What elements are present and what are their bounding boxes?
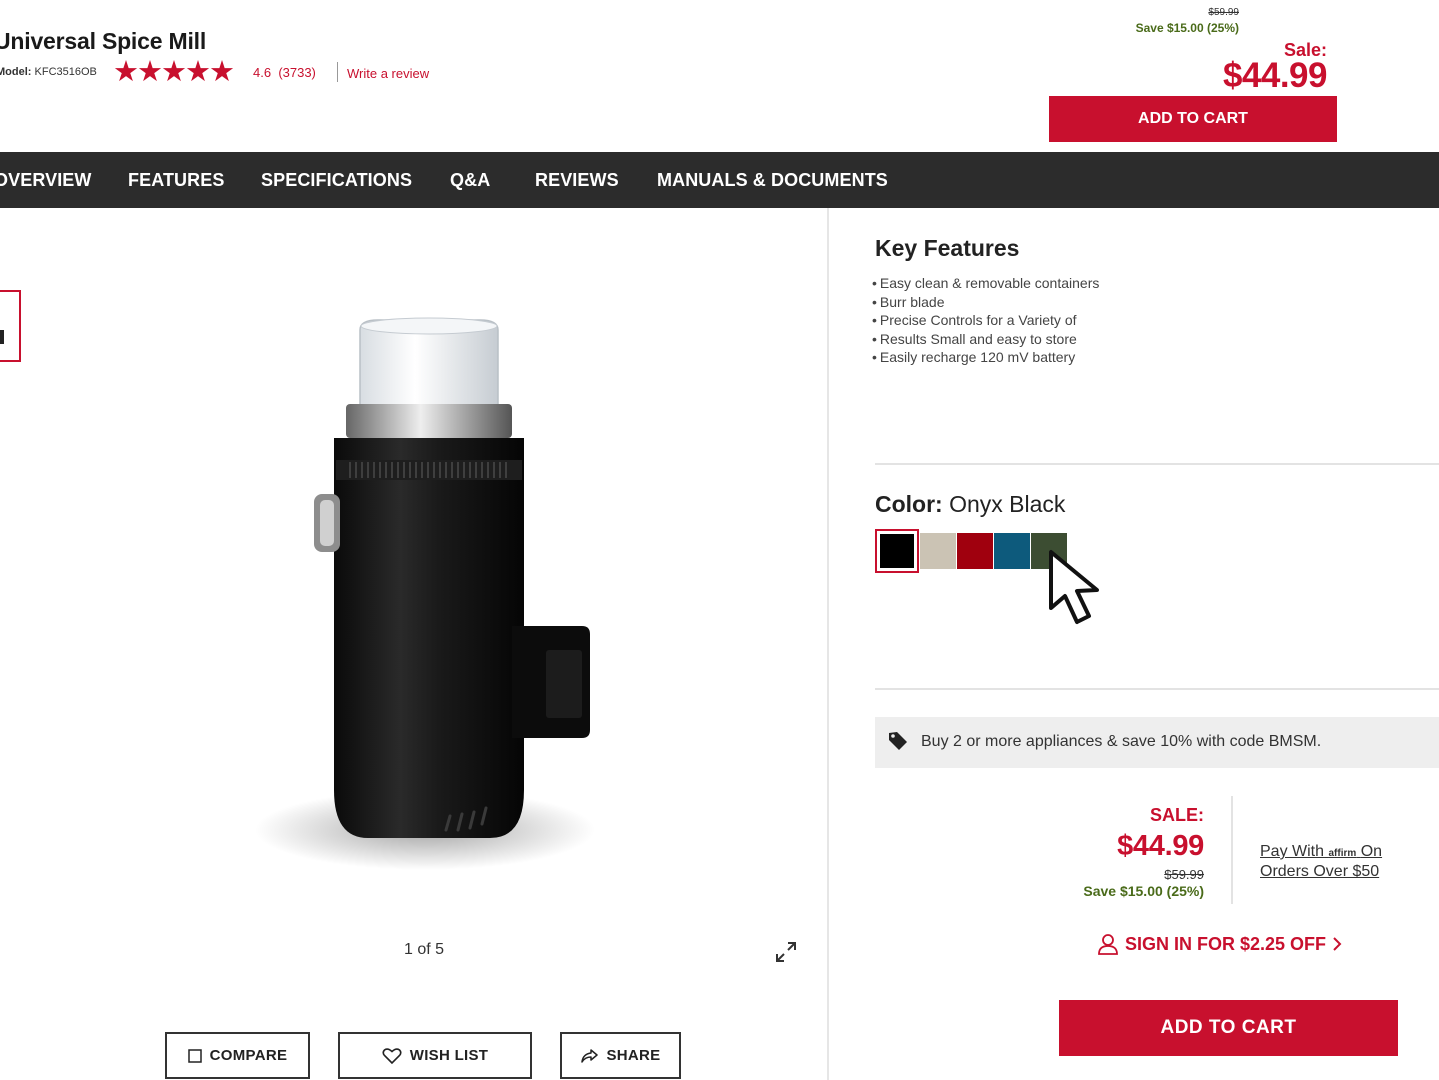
swatch-beige[interactable] xyxy=(920,533,956,569)
share-button[interactable]: SHARE xyxy=(560,1032,681,1079)
share-icon xyxy=(581,1048,599,1063)
swatch-onyx-black[interactable] xyxy=(875,529,919,573)
rating-stars[interactable]: ★★★★★ xyxy=(113,56,235,88)
color-label-title: Color: xyxy=(875,491,943,517)
checkbox-icon xyxy=(187,1048,202,1063)
share-label: SHARE xyxy=(606,1047,661,1064)
list-item: Precise Controls for a Variety of xyxy=(872,311,1099,330)
sale-label: SALE: xyxy=(1150,805,1204,825)
expand-icon[interactable] xyxy=(774,940,798,964)
swatch-red[interactable] xyxy=(957,533,993,569)
sign-in-text: SIGN IN FOR $2.25 OFF xyxy=(1125,933,1327,954)
color-label: Color: Onyx Black xyxy=(875,491,1065,518)
compare-label: COMPARE xyxy=(209,1047,288,1064)
chevron-right-icon xyxy=(1333,937,1342,951)
top-sale-price: $44.99 xyxy=(1222,56,1328,95)
tag-icon xyxy=(889,732,907,750)
affirm-logo: affirm xyxy=(1328,848,1357,859)
sale-price-block: SALE: $44.99 $59.99 Save $15.00 (25%) xyxy=(1000,805,1204,899)
promo-text: Buy 2 or more appliances & save 10% with… xyxy=(921,733,1322,750)
header-divider xyxy=(337,62,338,82)
write-review-link[interactable]: Write a review xyxy=(347,66,429,81)
tab-manuals-documents[interactable]: MANUALS & DOCUMENTS xyxy=(657,152,888,208)
top-add-to-cart-button[interactable]: ADD TO CART xyxy=(1049,96,1337,142)
selected-color: Onyx Black xyxy=(949,491,1066,517)
key-features-title: Key Features xyxy=(875,235,1020,261)
list-item: Results Small and easy to store xyxy=(872,330,1099,349)
promo-banner: Buy 2 or more appliances & save 10% with… xyxy=(875,717,1439,768)
affirm-link[interactable]: Pay With affirm On Orders Over $50 xyxy=(1260,843,1382,881)
sale-divider xyxy=(1231,796,1233,904)
column-divider xyxy=(827,208,829,1080)
original-price: $59.99 xyxy=(1164,867,1204,882)
mouse-cursor-icon xyxy=(1049,550,1099,624)
top-original-price: $59.99 xyxy=(1208,7,1239,18)
sale-price: $44.99 xyxy=(1117,830,1204,862)
tab-reviews[interactable]: REVIEWS xyxy=(535,152,619,208)
section-nav: OVERVIEW FEATURES SPECIFICATIONS Q&A REV… xyxy=(0,152,1439,208)
rating-value[interactable]: 4.6 (3733) xyxy=(253,65,316,80)
user-icon xyxy=(1098,934,1118,955)
savings: Save $15.00 (25%) xyxy=(1083,883,1204,899)
tab-overview[interactable]: OVERVIEW xyxy=(0,152,92,208)
thumbnail-image xyxy=(0,330,4,344)
swatch-blue[interactable] xyxy=(994,533,1030,569)
model-label: Model: xyxy=(0,66,32,78)
list-item: Easy clean & removable containers xyxy=(872,274,1099,293)
add-to-cart-button[interactable]: ADD TO CART xyxy=(1059,1000,1398,1056)
divider xyxy=(875,463,1439,465)
tab-qa[interactable]: Q&A xyxy=(450,152,490,208)
model-number: Model: KFC3516OB xyxy=(0,66,97,78)
rating-number: 4.6 xyxy=(253,65,272,80)
product-title: Universal Spice Mill xyxy=(0,28,207,54)
list-item: Easily recharge 120 mV battery xyxy=(872,348,1099,367)
key-features-list: Easy clean & removable containers Burr b… xyxy=(872,274,1099,367)
sign-in-discount-link[interactable]: SIGN IN FOR $2.25 OFF xyxy=(1097,933,1342,955)
top-savings: Save $15.00 (25%) xyxy=(1135,21,1239,35)
wish-list-label: WISH LIST xyxy=(409,1047,489,1064)
wish-list-button[interactable]: WISH LIST xyxy=(338,1032,532,1079)
product-image xyxy=(255,317,595,870)
model-value: KFC3516OB xyxy=(34,66,97,78)
gallery-counter: 1 of 5 xyxy=(404,941,445,958)
affirm-text-on: On xyxy=(1360,843,1383,860)
affirm-text-line2: Orders Over $50 xyxy=(1260,863,1380,880)
heart-icon xyxy=(382,1047,402,1064)
review-count: (3733) xyxy=(278,65,316,80)
star-icons: ★★★★★ xyxy=(113,56,235,88)
divider xyxy=(875,688,1439,690)
affirm-text: Pay With xyxy=(1260,843,1325,860)
tab-features[interactable]: FEATURES xyxy=(128,152,224,208)
gallery-thumbnail-selected[interactable] xyxy=(0,290,21,362)
list-item: Burr blade xyxy=(872,293,1099,312)
compare-button[interactable]: COMPARE xyxy=(165,1032,310,1079)
tab-specifications[interactable]: SPECIFICATIONS xyxy=(261,152,412,208)
